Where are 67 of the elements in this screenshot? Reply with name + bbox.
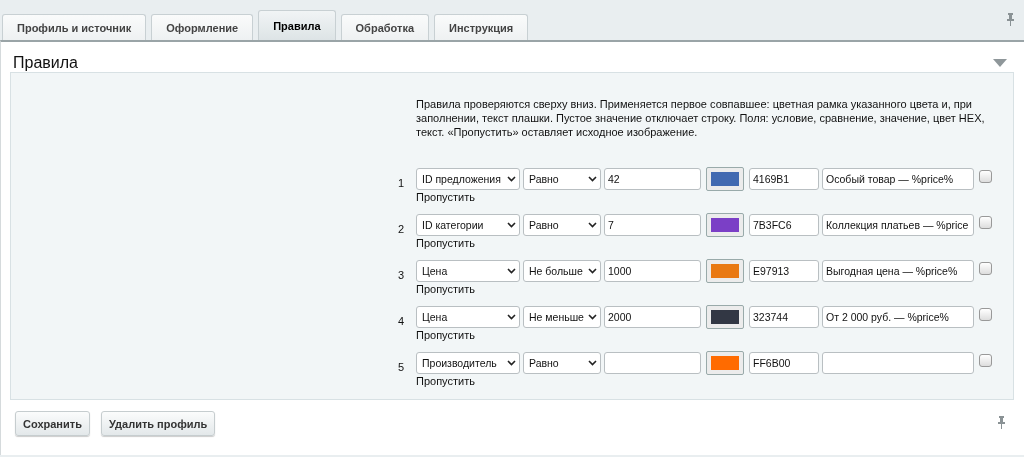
value-field[interactable]: 7 [604,214,701,236]
tab[interactable]: Профиль и источник [2,14,147,40]
comparison-select[interactable]: Равно [523,168,601,190]
row-number: 4 [398,314,406,329]
value-field[interactable]: 2000 [604,306,701,328]
condition-select[interactable]: Цена [416,306,520,328]
caret-icon [507,314,516,320]
skip-label: Пропустить [416,191,476,205]
color-swatch[interactable] [706,305,744,329]
comparison-select[interactable]: Не меньше [523,306,601,328]
skip-checkbox[interactable] [979,170,992,183]
label-text-field[interactable]: Выгодная цена — %price% [822,260,974,282]
color-swatch[interactable] [706,167,744,191]
comparison-select[interactable]: Не больше [523,260,601,282]
skip-label: Пропустить [416,329,476,343]
skip-checkbox[interactable] [979,262,992,275]
caret-icon [588,176,597,182]
caret-icon [588,222,597,228]
delete-button[interactable]: Удалить профиль [100,411,216,436]
collapse-icon[interactable] [993,59,1007,67]
caret-icon [588,360,597,366]
caret-icon [507,268,516,274]
pin-icon[interactable] [997,415,1006,429]
description: Правила проверяются сверху вниз. Применяется первое совпавшее: цветная рамка указанного цвета и, при заполнении, текст плашки. Пустое значение отключает строку. Поля: условие, сравнение, значение, цвет HEX, текст. «Пропустить» оставляет исходное изображение. [416,97,986,139]
row-number: 1 [398,176,406,191]
hex-field[interactable]: E97913 [749,260,819,282]
pin-icon[interactable] [1006,13,1015,26]
caret-icon [588,268,597,274]
row-number: 2 [398,222,406,237]
skip-label: Пропустить [416,283,476,297]
skip-checkbox[interactable] [979,354,992,367]
label-text-field[interactable]: Особый товар — %price% [822,168,974,190]
hex-field[interactable]: FF6B00 [749,352,819,374]
caret-icon [507,176,516,182]
label-text-field[interactable]: Коллекция платьев — %price [822,214,974,236]
comparison-select[interactable]: Равно [523,214,601,236]
comparison-select[interactable]: Равно [523,352,601,374]
save-button[interactable]: Сохранить [15,411,90,436]
tab[interactable]: Инструкция [434,14,529,40]
tab[interactable]: Обработка [340,14,429,40]
value-field[interactable]: 42 [604,168,701,190]
value-field[interactable]: 1000 [604,260,701,282]
hex-field[interactable]: 323744 [749,306,819,328]
hex-field[interactable]: 4169B1 [749,168,819,190]
label-text-field[interactable] [822,352,974,374]
skip-label: Пропустить [416,375,476,389]
row-number: 3 [398,268,406,283]
skip-label: Пропустить [416,237,476,251]
label-text-field[interactable]: От 2 000 руб. — %price% [822,306,974,328]
color-swatch[interactable] [706,213,744,237]
row-number: 5 [398,360,406,375]
caret-icon [507,222,516,228]
condition-select[interactable]: ID предложения [416,168,520,190]
tab[interactable]: Правила [258,10,336,40]
value-field[interactable] [604,352,701,374]
skip-checkbox[interactable] [979,308,992,321]
hex-field[interactable]: 7B3FC6 [749,214,819,236]
section-title: Правила [12,53,78,72]
tab[interactable]: Оформление [151,14,254,40]
condition-select[interactable]: ID категории [416,214,520,236]
color-swatch[interactable] [706,351,744,375]
color-swatch[interactable] [706,259,744,283]
condition-select[interactable]: Цена [416,260,520,282]
caret-icon [588,314,597,320]
caret-icon [507,360,516,366]
condition-select[interactable]: Производитель [416,352,520,374]
skip-checkbox[interactable] [979,216,992,229]
